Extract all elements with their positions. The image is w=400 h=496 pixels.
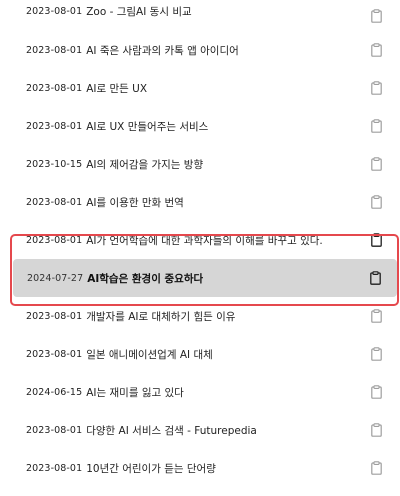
clipboard-icon[interactable] [371,461,382,475]
item-date: 2023-10-15 [26,158,83,170]
item-title: 일본 애니메이션업계 AI 대체 [86,348,213,361]
item-date: 2024-06-15 [26,386,83,398]
list-item[interactable]: 2023-10-15 AI의 제어감을 가지는 방향 [12,145,398,183]
list-item[interactable]: 2024-06-15 AI는 재미를 잃고 있다 [12,373,398,411]
list-item[interactable]: 2023-08-01 AI 죽은 사람과의 카톡 앱 아이디어 [12,31,398,69]
list-item[interactable]: 2023-08-01 10년간 어린이가 듣는 단어량 [12,449,398,487]
item-date: 2023-08-01 [26,6,83,17]
item-date: 2023-08-01 [26,310,83,322]
clipboard-icon[interactable] [371,81,382,95]
clipboard-icon[interactable] [371,309,382,323]
item-date: 2023-08-01 [26,348,83,360]
item-date: 2023-08-01 [26,424,83,436]
clipboard-icon[interactable] [371,347,382,361]
list-item[interactable]: 2023-08-01 Zoo - 그림AI 동시 비교 [12,0,398,31]
item-date: 2023-08-01 [26,462,83,474]
item-title: AI를 이용한 만화 번역 [86,196,184,209]
item-title: AI는 재미를 잃고 있다 [86,386,184,399]
clipboard-icon[interactable] [371,157,382,171]
list-item[interactable]: 2023-08-01 AI로 만든 UX [12,69,398,107]
list-item[interactable]: 2023-08-01 AI를 이용한 만화 번역 [12,183,398,221]
clipboard-icon[interactable] [371,8,382,23]
item-date: 2024-07-27 [27,272,84,284]
list-item-active[interactable]: 2024-07-27 AI학습은 환경이 중요하다 [13,259,397,297]
history-list: 2023-08-01 Zoo - 그림AI 동시 비교 2023-08-01 A… [12,0,398,487]
item-date: 2023-08-01 [26,120,83,132]
item-title: AI가 언어학습에 대한 과학자들의 이해를 바꾸고 있다. [86,234,323,247]
item-title: AI 죽은 사람과의 카톡 앱 아이디어 [86,44,239,57]
item-title: 개발자를 AI로 대체하기 힘든 이유 [86,310,236,323]
list-item[interactable]: 2023-08-01 일본 애니메이션업계 AI 대체 [12,335,398,373]
list-item[interactable]: 2023-08-01 개발자를 AI로 대체하기 힘든 이유 [12,297,398,335]
clipboard-icon[interactable] [371,119,382,133]
clipboard-icon[interactable] [371,233,382,247]
list-item[interactable]: 2023-08-01 다양한 AI 서비스 검색 - Futurepedia [12,411,398,449]
clipboard-icon[interactable] [371,195,382,209]
item-title: AI의 제어감을 가지는 방향 [86,158,204,171]
list-item[interactable]: 2023-08-01 AI가 언어학습에 대한 과학자들의 이해를 바꾸고 있다… [12,221,398,259]
item-title: AI학습은 환경이 중요하다 [87,272,204,285]
item-date: 2023-08-01 [26,196,83,208]
clipboard-icon[interactable] [371,385,382,399]
clipboard-icon[interactable] [371,423,382,437]
clipboard-icon[interactable] [370,271,381,285]
item-title: 10년간 어린이가 듣는 단어량 [86,462,216,475]
clipboard-icon[interactable] [371,43,382,57]
item-date: 2023-08-01 [26,234,83,246]
history-panel: 2023-08-01 Zoo - 그림AI 동시 비교 2023-08-01 A… [0,0,400,496]
item-title: Zoo - 그림AI 동시 비교 [86,6,192,18]
item-date: 2023-08-01 [26,82,83,94]
item-title: AI로 UX 만들어주는 서비스 [86,120,209,133]
item-title: 다양한 AI 서비스 검색 - Futurepedia [86,424,257,437]
item-title: AI로 만든 UX [86,82,148,95]
list-item[interactable]: 2023-08-01 AI로 UX 만들어주는 서비스 [12,107,398,145]
item-date: 2023-08-01 [26,44,83,56]
